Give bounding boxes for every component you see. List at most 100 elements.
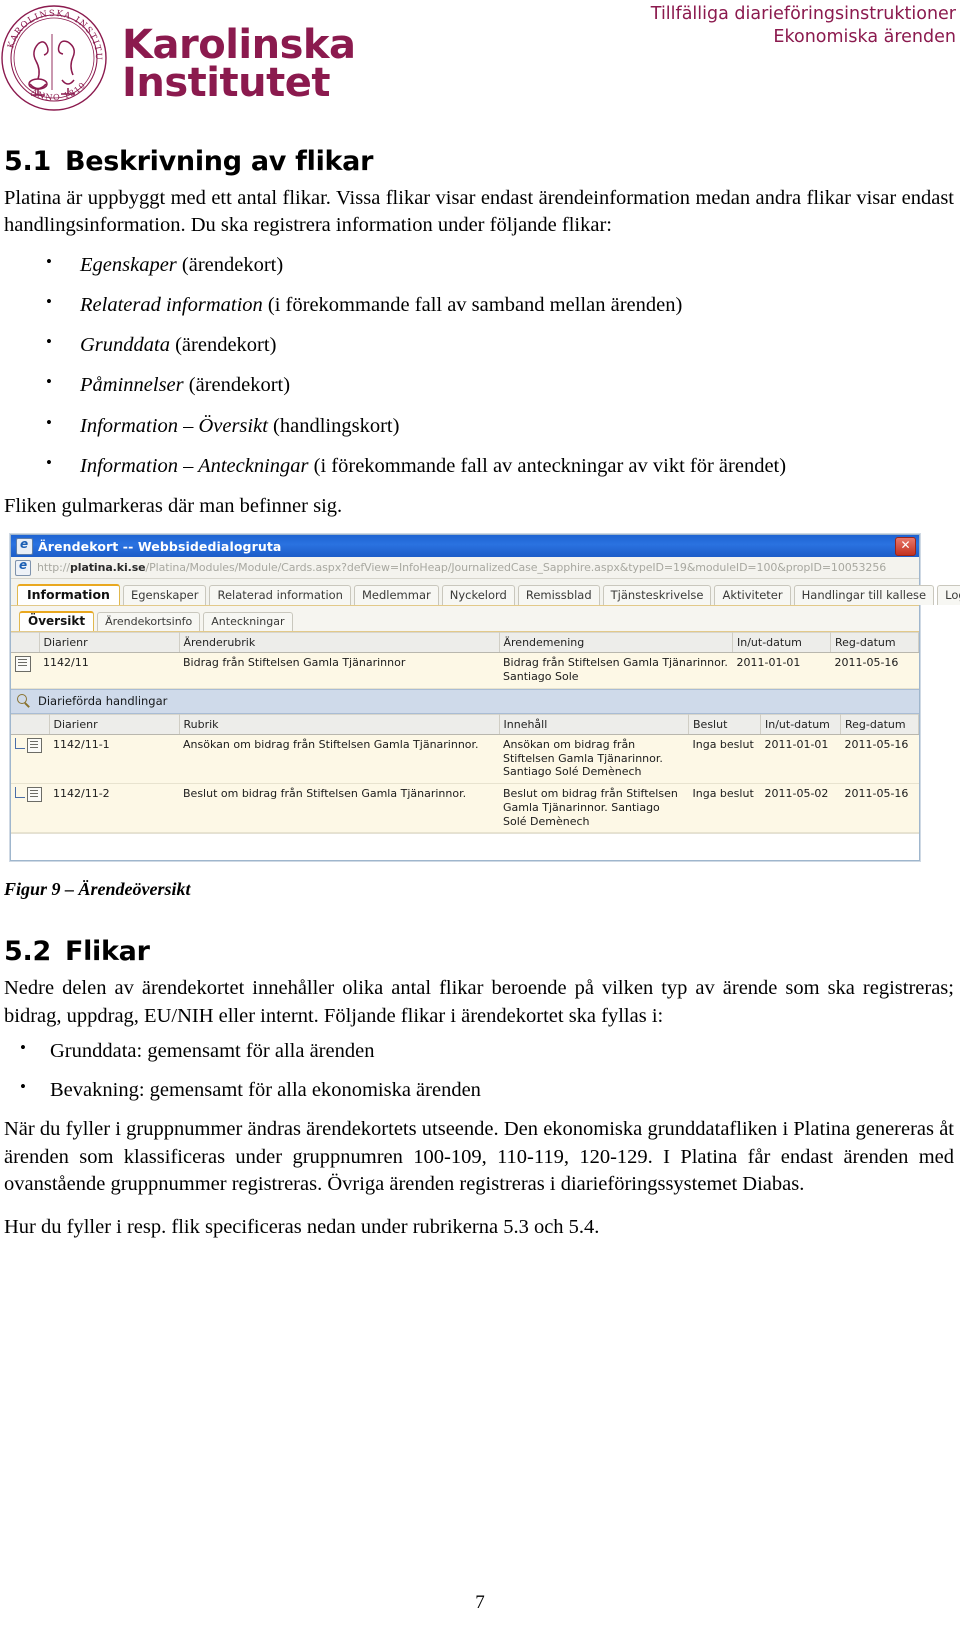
section-52-title: Flikar [64, 936, 150, 968]
subtab-anteckningar[interactable]: Anteckningar [203, 612, 293, 632]
tab-tjansteskrivelse[interactable]: Tjänsteskrivelse [602, 585, 712, 606]
flik-qualifier: (ärendekort) [176, 253, 284, 276]
tab-medlemmar[interactable]: Medlemmar [353, 585, 439, 606]
subtab-oversikt[interactable]: Översikt [19, 611, 95, 632]
section-51-heading: 5.1 Beskrivning av flikar [4, 146, 954, 177]
doc-row-icon-cell [11, 783, 49, 834]
doc-row-reg-datum: 2011-05-16 [840, 734, 919, 785]
list-item: Bevakning: gemensamt för alla ekonomiska… [4, 1076, 954, 1104]
diarieforda-handlingar-bar[interactable]: Diarieförda handlingar [11, 688, 919, 714]
section-51-title: Beskrivning av flikar [64, 146, 374, 177]
case-col-arendemening[interactable]: Ärendemening [499, 632, 733, 654]
flik-qualifier: (ärendekort) [169, 334, 277, 356]
case-col-inut-datum[interactable]: In/ut-datum [732, 632, 831, 654]
address-bar[interactable]: http://platina.ki.se/Platina/Modules/Mod… [11, 557, 919, 580]
section-52-heading: 5.2 Flikar [4, 936, 954, 967]
section-52-intro: Nedre delen av ärendekortet innehåller o… [4, 977, 954, 1027]
doc-row-diarienr: 1142/11-1 [49, 734, 179, 785]
case-row-arendemening: Bidrag från Stiftelsen Gamla Tjänarinnor… [499, 652, 733, 689]
section-51-number: 5.1 [4, 146, 51, 177]
section-51-intro: Platina är uppbyggt med ett antal flikar… [4, 187, 954, 237]
doc-row-inut-datum: 2011-05-02 [760, 783, 841, 834]
table-row[interactable]: 1142/11 Bidrag från Stiftelsen Gamla Tjä… [11, 652, 919, 689]
doc-col-diarienr[interactable]: Diarienr [49, 713, 180, 735]
ki-seal-icon: KAROLINSKA INSTITUTET ANNO 1810 [0, 0, 108, 112]
doc-row-rubrik: Beslut om bidrag från Stiftelsen Gamla T… [179, 783, 499, 834]
section-52-paragraph2: När du fyller i gruppnummer ändras ärend… [4, 1118, 954, 1195]
magnifier-icon [17, 694, 31, 708]
case-col-icon[interactable] [11, 632, 40, 654]
dialog-title: Ärendekort -- Webbsidedialogruta [38, 538, 282, 554]
diarieforda-handlingar-label: Diarieförda handlingar [38, 694, 168, 709]
flik-name: Grunddata [80, 334, 170, 356]
doc-col-reg-datum[interactable]: Reg-datum [840, 713, 919, 735]
dialog-titlebar: Ärendekort -- Webbsidedialogruta ✕ [11, 535, 919, 558]
doc-row-rubrik: Ansökan om bidrag från Stiftelsen Gamla … [179, 734, 499, 785]
flik-name: Information – Översikt [80, 414, 268, 437]
url-prefix: http:// [37, 561, 70, 575]
doc-col-innehall[interactable]: Innehåll [499, 713, 689, 735]
tab-egenskaper[interactable]: Egenskaper [122, 585, 207, 606]
section-52-bullet-list: Grunddata: gemensamt för alla ärenden Be… [4, 1037, 954, 1105]
case-col-diarienr[interactable]: Diarienr [39, 632, 180, 654]
address-url: http://platina.ki.se/Platina/Modules/Mod… [37, 561, 886, 574]
doc-row-icon-cell [11, 734, 49, 785]
main-tab-bar[interactable]: Information Egenskaper Relaterad informa… [11, 579, 960, 607]
tab-logg[interactable]: Logg [937, 585, 960, 606]
list-item: Information – Översikt (handlingskort) [4, 411, 954, 440]
tab-nyckelord[interactable]: Nyckelord [441, 585, 515, 606]
list-item: Grunddata: gemensamt för alla ärenden [4, 1037, 954, 1065]
flik-qualifier: (ärendekort) [183, 374, 291, 397]
flik-bullet-list: Egenskaper (ärendekort) Relaterad inform… [4, 250, 954, 481]
tab-handlingar-till-kallese[interactable]: Handlingar till kallese [793, 585, 935, 606]
list-item: Relaterad information (i förekommande fa… [4, 291, 954, 319]
doc-col-rubrik[interactable]: Rubrik [179, 713, 500, 735]
page-header: KAROLINSKA INSTITUTET ANNO 1810 [0, 0, 960, 130]
sub-tab-bar[interactable]: Översikt Ärendekortsinfo Anteckningar [11, 606, 919, 633]
case-row-reg-datum: 2011-05-16 [830, 652, 919, 689]
section-51-closing: Fliken gulmarkeras där man befinner sig. [4, 495, 343, 517]
ki-wordmark-line1: Karolinska [122, 22, 356, 68]
flik-name: Egenskaper [80, 253, 177, 276]
doc-col-beslut[interactable]: Beslut [688, 713, 761, 735]
child-branch-icon [15, 787, 25, 798]
list-item: Information – Anteckningar (i förekomman… [4, 452, 954, 480]
document-header-title: Tillfälliga diarieföringsinstruktioner E… [651, 3, 956, 50]
doc-row-innehall: Ansökan om bidrag från Stiftelsen Gamla … [499, 734, 689, 785]
list-item: Egenskaper (ärendekort) [4, 250, 954, 279]
document-icon [27, 787, 42, 802]
case-row-icon-cell [11, 652, 39, 689]
case-col-arenderubrik[interactable]: Ärenderubrik [179, 632, 500, 654]
doc-header-line1: Tillfälliga diarieföringsinstruktioner [650, 4, 956, 24]
document-icon [27, 737, 42, 753]
arendekort-dialog-screenshot: Ärendekort -- Webbsidedialogruta ✕ http:… [10, 534, 960, 862]
table-row[interactable]: 1142/11-1 Ansökan om bidrag från Stiftel… [11, 734, 919, 785]
case-col-reg-datum[interactable]: Reg-datum [830, 632, 919, 654]
tab-relaterad-information[interactable]: Relaterad information [209, 585, 351, 606]
documents-table-header-row: Diarienr Rubrik Innehåll Beslut In/ut-da… [11, 713, 919, 735]
close-icon[interactable]: ✕ [895, 537, 916, 557]
tab-aktiviteter[interactable]: Aktiviteter [714, 585, 791, 606]
doc-row-beslut: Inga beslut [688, 734, 761, 785]
flik-name: Information – Anteckningar [80, 454, 309, 477]
ki-wordmark-line2: Institutet [122, 60, 330, 106]
page-number: 7 [475, 1592, 485, 1613]
tab-information[interactable]: Information [17, 584, 120, 606]
section-52-paragraph3: Hur du fyller i resp. flik specificeras … [4, 1216, 600, 1238]
table-row[interactable]: 1142/11-2 Beslut om bidrag från Stiftels… [11, 783, 919, 834]
document-content: 5.1 Beskrivning av flikar Platina är uppb… [0, 146, 960, 1241]
documents-table: Diarienr Rubrik Innehåll Beslut In/ut-da… [11, 713, 919, 834]
tab-remissblad[interactable]: Remissblad [517, 585, 600, 606]
doc-row-diarienr: 1142/11-2 [49, 783, 179, 834]
flik-name: Påminnelser [80, 374, 184, 397]
case-row-diarienr: 1142/11 [39, 652, 179, 689]
karolinska-institutet-logo: KAROLINSKA INSTITUTET ANNO 1810 [0, 0, 356, 112]
case-row-arenderubrik: Bidrag från Stiftelsen Gamla Tjänarinnor [179, 652, 499, 689]
flik-qualifier: (i förekommande fall av anteckningar av … [308, 454, 787, 477]
flik-qualifier: (i förekommande fall av samband mellan ä… [262, 293, 683, 316]
case-table: Diarienr Ärenderubrik Ärendemening In/ut… [11, 632, 919, 689]
doc-col-inut-datum[interactable]: In/ut-datum [760, 713, 841, 735]
url-path: /Platina/Modules/Module/Cards.aspx?defVi… [145, 561, 887, 575]
subtab-arendekortsinfo[interactable]: Ärendekortsinfo [97, 612, 201, 632]
doc-col-icon[interactable] [11, 713, 50, 735]
